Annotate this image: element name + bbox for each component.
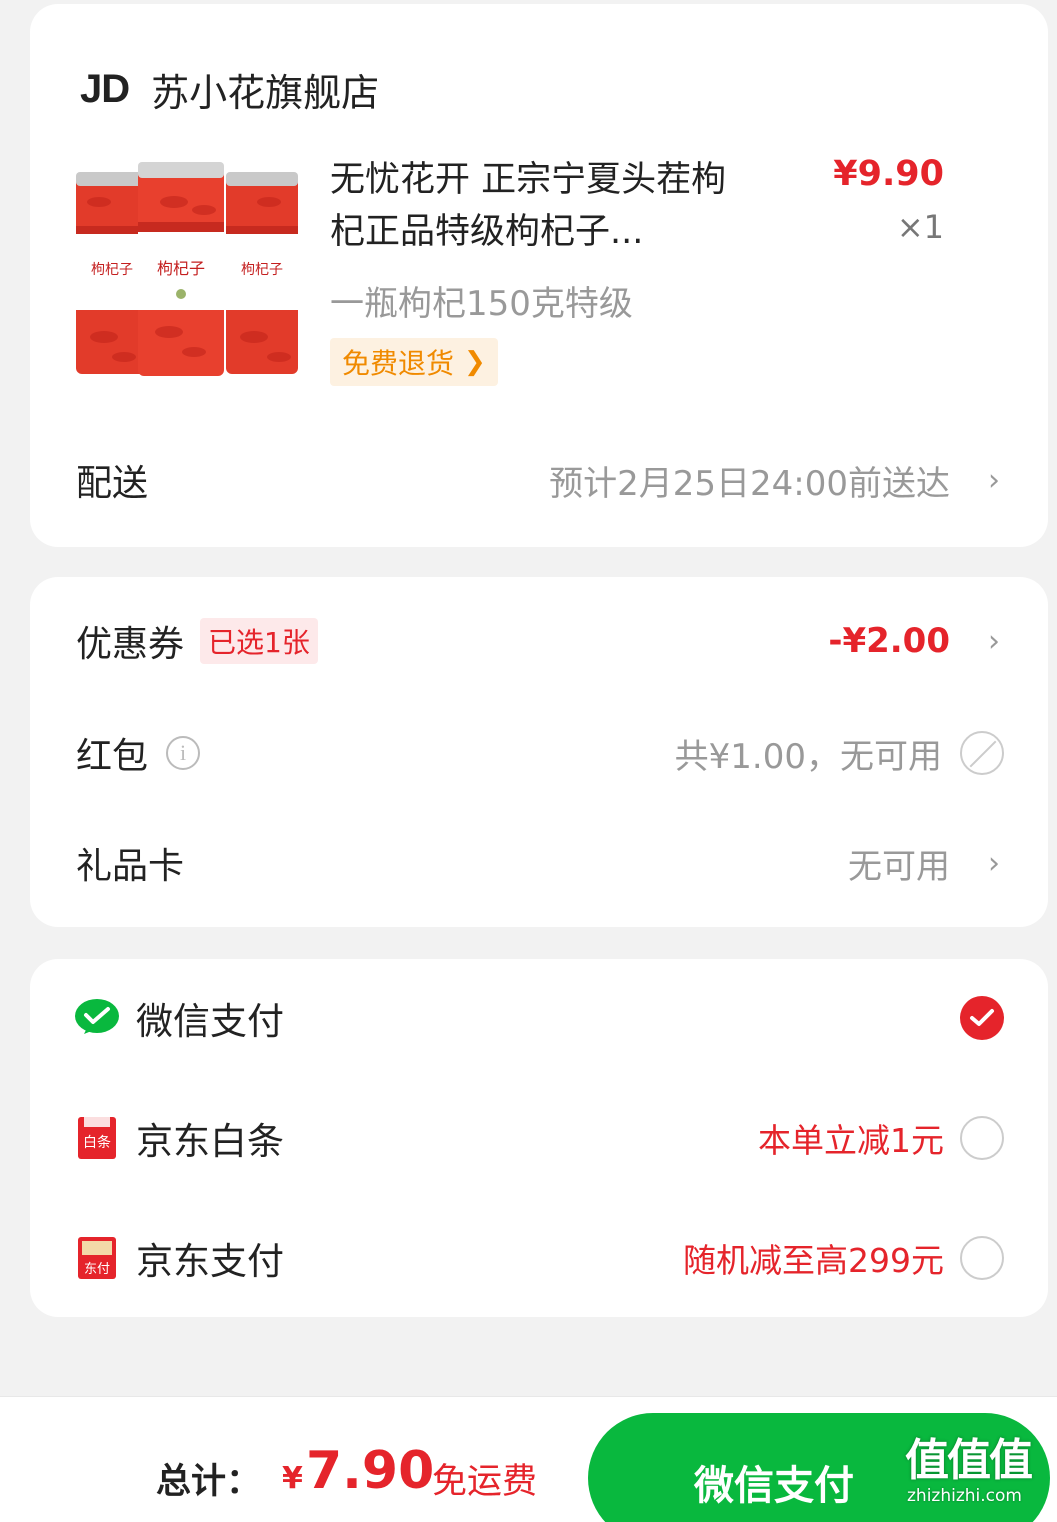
delivery-label: 配送 bbox=[76, 463, 149, 504]
red-packet-row[interactable]: 红包 i 共¥1.00，无可用 bbox=[76, 723, 1004, 783]
disabled-icon bbox=[960, 731, 1004, 775]
svg-text:东付: 东付 bbox=[84, 1262, 110, 1277]
payment-option-jdpay[interactable]: 东付 京东支付 随机减至高299元 bbox=[74, 1223, 1004, 1293]
product-spec: 一瓶枸杞150克特级 bbox=[330, 284, 633, 324]
coupon-selected-tag: 已选1张 bbox=[200, 618, 318, 664]
gift-card-value: 无可用 bbox=[848, 846, 950, 887]
payment-card: 微信支付 白条 京东白条 本单立减1元 东付 京东支付 随机减至高299元 bbox=[30, 959, 1048, 1317]
radio-checked-icon[interactable] bbox=[960, 996, 1004, 1040]
checkout-bar: 总计： ¥ 7.90 免运费 微信支付 bbox=[0, 1396, 1057, 1522]
free-return-badge[interactable]: 免费退货 ❯ bbox=[330, 338, 498, 386]
watermark-url: zhizhizhi.com bbox=[907, 1486, 1022, 1506]
coupon-row[interactable]: 优惠券 已选1张 -¥2.00 › bbox=[76, 611, 1004, 671]
chevron-right-icon: ❯ bbox=[464, 347, 486, 377]
store-header[interactable]: JD 苏小花旗舰店 bbox=[80, 62, 379, 117]
payment-promo: 本单立减1元 bbox=[758, 1121, 944, 1160]
svg-text:枸杞子: 枸杞子 bbox=[91, 262, 133, 278]
baitiao-icon: 白条 bbox=[74, 1115, 120, 1161]
jd-pay-icon: 东付 bbox=[74, 1235, 120, 1281]
coupon-label: 优惠券 bbox=[76, 624, 185, 665]
chevron-right-icon: › bbox=[988, 462, 1000, 498]
delivery-value: 预计2月25日24:00前送达 bbox=[549, 463, 950, 504]
watermark: 值值值 zhizhizhi.com bbox=[905, 1436, 1053, 1516]
delivery-row[interactable]: 配送 预计2月25日24:00前送达 › bbox=[76, 450, 1004, 510]
free-shipping-label: 免运费 bbox=[432, 1462, 538, 1502]
product-price: ¥9.90 bbox=[833, 154, 944, 194]
payment-option-baitiao[interactable]: 白条 京东白条 本单立减1元 bbox=[74, 1103, 1004, 1173]
watermark-logo: 值值值 bbox=[905, 1435, 1033, 1486]
product-title[interactable]: 无忧花开 正宗宁夏头茬枸杞正品特级枸杞子... bbox=[330, 154, 750, 258]
total-amount: 7.90 bbox=[306, 1441, 435, 1501]
gift-card-row[interactable]: 礼品卡 无可用 › bbox=[76, 833, 1004, 893]
payment-label: 京东白条 bbox=[136, 1120, 284, 1163]
product-image[interactable]: 枸杞子 枸杞子 枸杞子 bbox=[74, 162, 304, 382]
store-name[interactable]: 苏小花旗舰店 bbox=[151, 62, 379, 117]
gift-card-label: 礼品卡 bbox=[76, 846, 185, 887]
order-card: JD 苏小花旗舰店 枸杞子 枸杞子 枸杞子 无忧花开 正宗宁夏头茬枸杞正品特级枸… bbox=[30, 4, 1048, 547]
submit-payment-label: 微信支付 bbox=[694, 1463, 854, 1509]
radio-unchecked-icon[interactable] bbox=[960, 1236, 1004, 1280]
product-quantity: ×1 bbox=[896, 208, 944, 246]
total-currency: ¥ bbox=[282, 1461, 303, 1496]
coupon-discount-value: -¥2.00 bbox=[828, 621, 950, 661]
product-image-label: 枸杞子 bbox=[157, 259, 205, 278]
total-label: 总计： bbox=[156, 1462, 262, 1502]
red-packet-value: 共¥1.00，无可用 bbox=[674, 736, 942, 777]
discount-card: 优惠券 已选1张 -¥2.00 › 红包 i 共¥1.00，无可用 礼品卡 无可… bbox=[30, 577, 1048, 927]
jd-logo: JD bbox=[80, 67, 130, 111]
payment-label: 微信支付 bbox=[136, 1000, 284, 1043]
payment-label: 京东支付 bbox=[136, 1240, 284, 1283]
wechat-pay-icon bbox=[74, 995, 120, 1041]
chevron-right-icon: › bbox=[988, 623, 1000, 659]
payment-option-wechat[interactable]: 微信支付 bbox=[74, 983, 1004, 1053]
svg-text:枸杞子: 枸杞子 bbox=[241, 262, 283, 278]
payment-promo: 随机减至高299元 bbox=[683, 1241, 944, 1280]
svg-text:白条: 白条 bbox=[83, 1134, 111, 1151]
red-packet-label: 红包 bbox=[76, 736, 149, 777]
free-return-label: 免费退货 bbox=[342, 347, 455, 380]
radio-unchecked-icon[interactable] bbox=[960, 1116, 1004, 1160]
info-icon[interactable]: i bbox=[166, 736, 201, 770]
chevron-right-icon: › bbox=[988, 845, 1000, 881]
